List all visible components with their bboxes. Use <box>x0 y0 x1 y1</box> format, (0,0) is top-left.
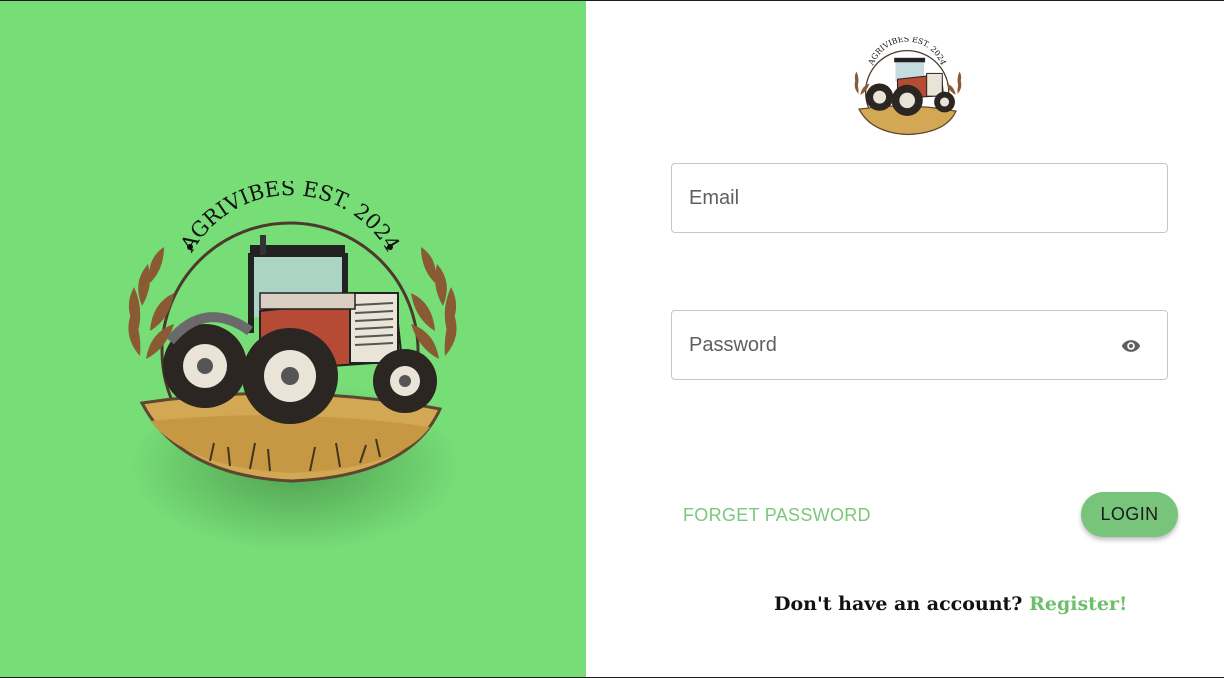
password-input[interactable] <box>672 311 1167 379</box>
email-input[interactable] <box>672 164 1167 232</box>
agrivibes-logo-small: AGRIVIBES EST. 2024 <box>854 37 962 136</box>
login-panel: AGRIVIBES EST. 2024 FORGET PASSWORD LO <box>586 1 1224 677</box>
agrivibes-logo: AGRIVIBES EST. 2024 <box>128 181 460 551</box>
register-prompt-text: Don't have an account? <box>774 593 1023 615</box>
password-field[interactable] <box>671 310 1168 380</box>
register-link[interactable]: Register! <box>1029 593 1127 615</box>
email-field[interactable] <box>671 163 1168 233</box>
eye-icon[interactable] <box>1121 336 1141 356</box>
login-button[interactable]: LOGIN <box>1081 492 1178 537</box>
left-brand-panel: AGRIVIBES EST. 2024 <box>0 1 586 677</box>
register-prompt: Don't have an account? Register! <box>774 593 1127 615</box>
forget-password-link[interactable]: FORGET PASSWORD <box>683 505 871 526</box>
